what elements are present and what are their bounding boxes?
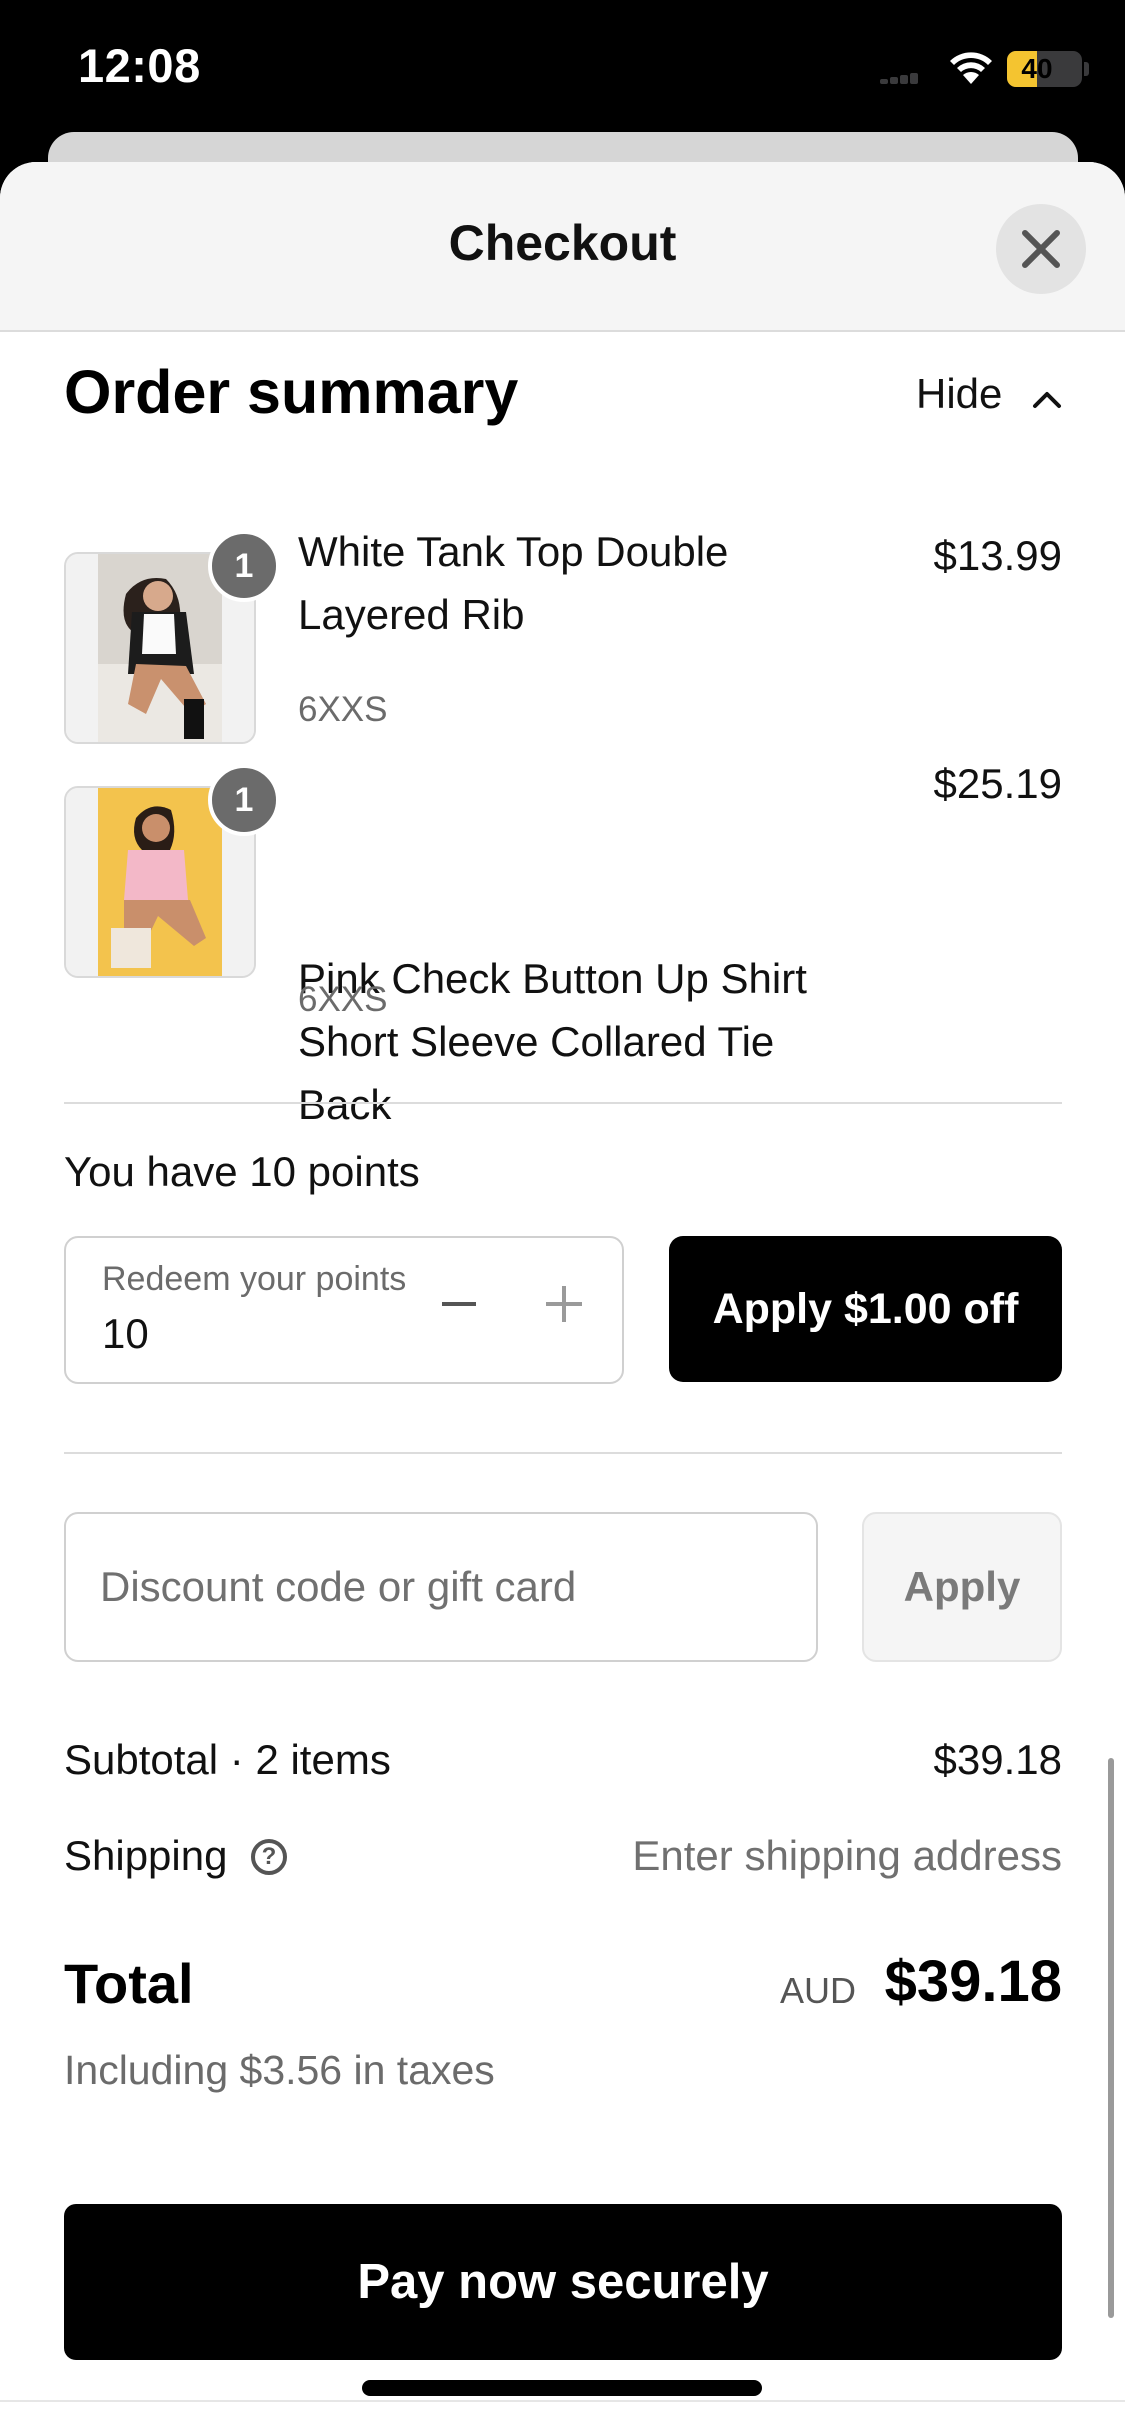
total-amount: $39.18 [884,1949,1062,2014]
close-button[interactable] [996,204,1086,294]
item-name: White Tank Top Double Layered Rib [298,528,729,638]
page-title: Checkout [448,215,677,271]
minus-icon[interactable] [442,1302,476,1306]
currency-code: AUD [779,1970,856,2011]
redeem-points-stepper[interactable]: Redeem your points 10 [64,1236,624,1384]
points-balance: You have 10 points [64,1148,420,1195]
checkout-sheet: Checkout Order summary Hide 1 White Tank… [0,162,1125,2436]
help-icon[interactable]: ? [251,1839,287,1875]
apply-points-button[interactable]: Apply $1.00 off [669,1236,1062,1382]
apply-discount-button[interactable]: Apply [862,1512,1062,1662]
section-divider [64,1102,1062,1104]
discount-code-input[interactable]: Discount code or gift card [64,1512,818,1662]
item-variant: 6XXS [298,690,388,729]
item-name: Pink Check Button Up Shirt Short Sleeve … [298,955,807,1128]
wifi-icon [950,52,992,84]
subtotal-label: Subtotal · 2 items [64,1736,391,1783]
bottom-divider [0,2400,1125,2402]
order-summary-title: Order summary [64,358,519,426]
battery-level: 40 [1021,53,1053,84]
item-price: $13.99 [933,532,1062,579]
status-time: 12:08 [78,39,201,92]
sheet-header: Checkout [0,162,1125,332]
section-divider [64,1452,1062,1454]
quantity-badge: 1 [208,530,280,602]
scrollbar[interactable] [1108,1758,1114,2318]
total-label: Total [64,1952,194,2015]
shipping-label: Shipping [64,1832,228,1879]
taxes-note: Including $3.56 in taxes [64,2047,495,2093]
battery-nub [1084,62,1089,76]
redeem-points-label: Redeem your points [102,1260,407,1298]
item-price: $25.19 [933,760,1062,807]
hide-summary-toggle[interactable]: Hide [916,370,1002,430]
plus-icon-vertical[interactable] [562,1286,566,1322]
home-indicator[interactable] [362,2380,762,2396]
quantity-badge: 1 [208,764,280,836]
pay-now-button[interactable]: Pay now securely [64,2204,1062,2360]
redeem-points-value[interactable]: 10 [102,1310,149,1358]
shipping-value: Enter shipping address [632,1832,1062,1879]
chevron-up-icon[interactable] [1030,382,1064,416]
cellular-signal-icon [880,72,918,84]
item-variant: 6XXS [298,980,388,1019]
subtotal-value: $39.18 [933,1736,1062,1783]
close-icon [1022,230,1060,268]
battery-icon: 40 [1007,51,1082,87]
